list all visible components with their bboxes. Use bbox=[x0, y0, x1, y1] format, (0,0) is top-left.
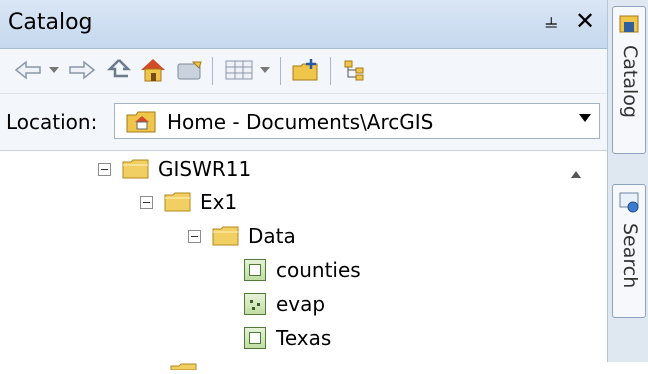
tree-scrollbar[interactable] bbox=[562, 151, 592, 362]
panel-title: Catalog bbox=[8, 10, 93, 35]
folder-icon bbox=[170, 355, 198, 374]
connect-to-folder-icon[interactable] bbox=[174, 57, 204, 83]
forward-icon[interactable] bbox=[66, 57, 98, 83]
tree-node-texas[interactable]: Texas bbox=[244, 323, 331, 353]
tree-node-label: Data bbox=[248, 224, 296, 248]
catalog-title-bar[interactable]: Catalog ⫨ ✕ bbox=[0, 0, 607, 49]
tree-node-label: counties bbox=[276, 258, 361, 282]
tree-node-label: evap bbox=[276, 292, 326, 316]
location-label: Location: bbox=[6, 110, 98, 134]
tree-node-evap[interactable]: evap bbox=[244, 289, 325, 319]
collapse-icon[interactable] bbox=[140, 195, 153, 209]
pin-icon[interactable]: ⫨ bbox=[545, 9, 557, 34]
collapse-icon[interactable] bbox=[98, 162, 111, 176]
folder-icon bbox=[122, 158, 150, 180]
location-value: Home - Documents\ArcGIS bbox=[167, 110, 434, 134]
scroll-up-icon[interactable] bbox=[571, 171, 581, 178]
location-dropdown[interactable]: Home - Documents\ArcGIS bbox=[114, 103, 600, 139]
catalog-tree: GISWR11 Ex1 Data counties evap Texas bbox=[0, 151, 607, 371]
tree-node-counties[interactable]: counties bbox=[244, 255, 361, 285]
toolbar-separator bbox=[330, 57, 331, 85]
location-row: Location: Home - Documents\ArcGIS bbox=[0, 94, 607, 151]
side-tab-strip: Catalog Search bbox=[607, 0, 648, 362]
tree-node-data[interactable]: Data bbox=[188, 221, 296, 251]
tab-catalog-label: Catalog bbox=[619, 45, 641, 118]
tree-node-giswr11[interactable]: GISWR11 bbox=[98, 154, 251, 184]
back-icon[interactable] bbox=[12, 57, 44, 83]
search-icon bbox=[618, 191, 642, 219]
tree-node-ex1[interactable]: Ex1 bbox=[140, 187, 237, 217]
tab-search-label: Search bbox=[619, 223, 641, 289]
raster-points-icon bbox=[244, 293, 266, 315]
catalog-panel: Catalog ⫨ ✕ Location: Home - Documents\A… bbox=[0, 0, 607, 371]
search-side-tab[interactable]: Search bbox=[612, 184, 646, 318]
home-folder-icon bbox=[125, 107, 159, 139]
folder-icon bbox=[212, 225, 240, 247]
tree-options-icon[interactable] bbox=[340, 57, 372, 83]
back-dropdown-icon[interactable] bbox=[48, 57, 60, 83]
catalog-side-tab[interactable]: Catalog bbox=[612, 6, 646, 154]
home-icon[interactable] bbox=[138, 57, 168, 83]
close-icon[interactable]: ✕ bbox=[575, 7, 595, 35]
toolbar-separator bbox=[212, 57, 213, 85]
collapse-icon[interactable] bbox=[188, 229, 201, 243]
tree-node-label: GISWR11 bbox=[158, 157, 252, 181]
tree-node-label: Ex1 bbox=[200, 190, 238, 214]
folder-icon bbox=[164, 191, 192, 213]
catalog-icon bbox=[618, 12, 642, 40]
chevron-down-icon[interactable] bbox=[579, 114, 591, 122]
tree-node-label: Texas bbox=[276, 326, 332, 350]
raster-icon bbox=[244, 327, 266, 349]
catalog-toolbar bbox=[0, 49, 607, 94]
new-folder-icon[interactable] bbox=[290, 57, 322, 83]
toolbar-separator bbox=[280, 57, 281, 85]
raster-icon bbox=[244, 259, 266, 281]
view-details-icon[interactable] bbox=[222, 57, 256, 83]
view-dropdown-icon[interactable] bbox=[258, 57, 272, 83]
up-one-level-icon[interactable] bbox=[104, 57, 134, 83]
